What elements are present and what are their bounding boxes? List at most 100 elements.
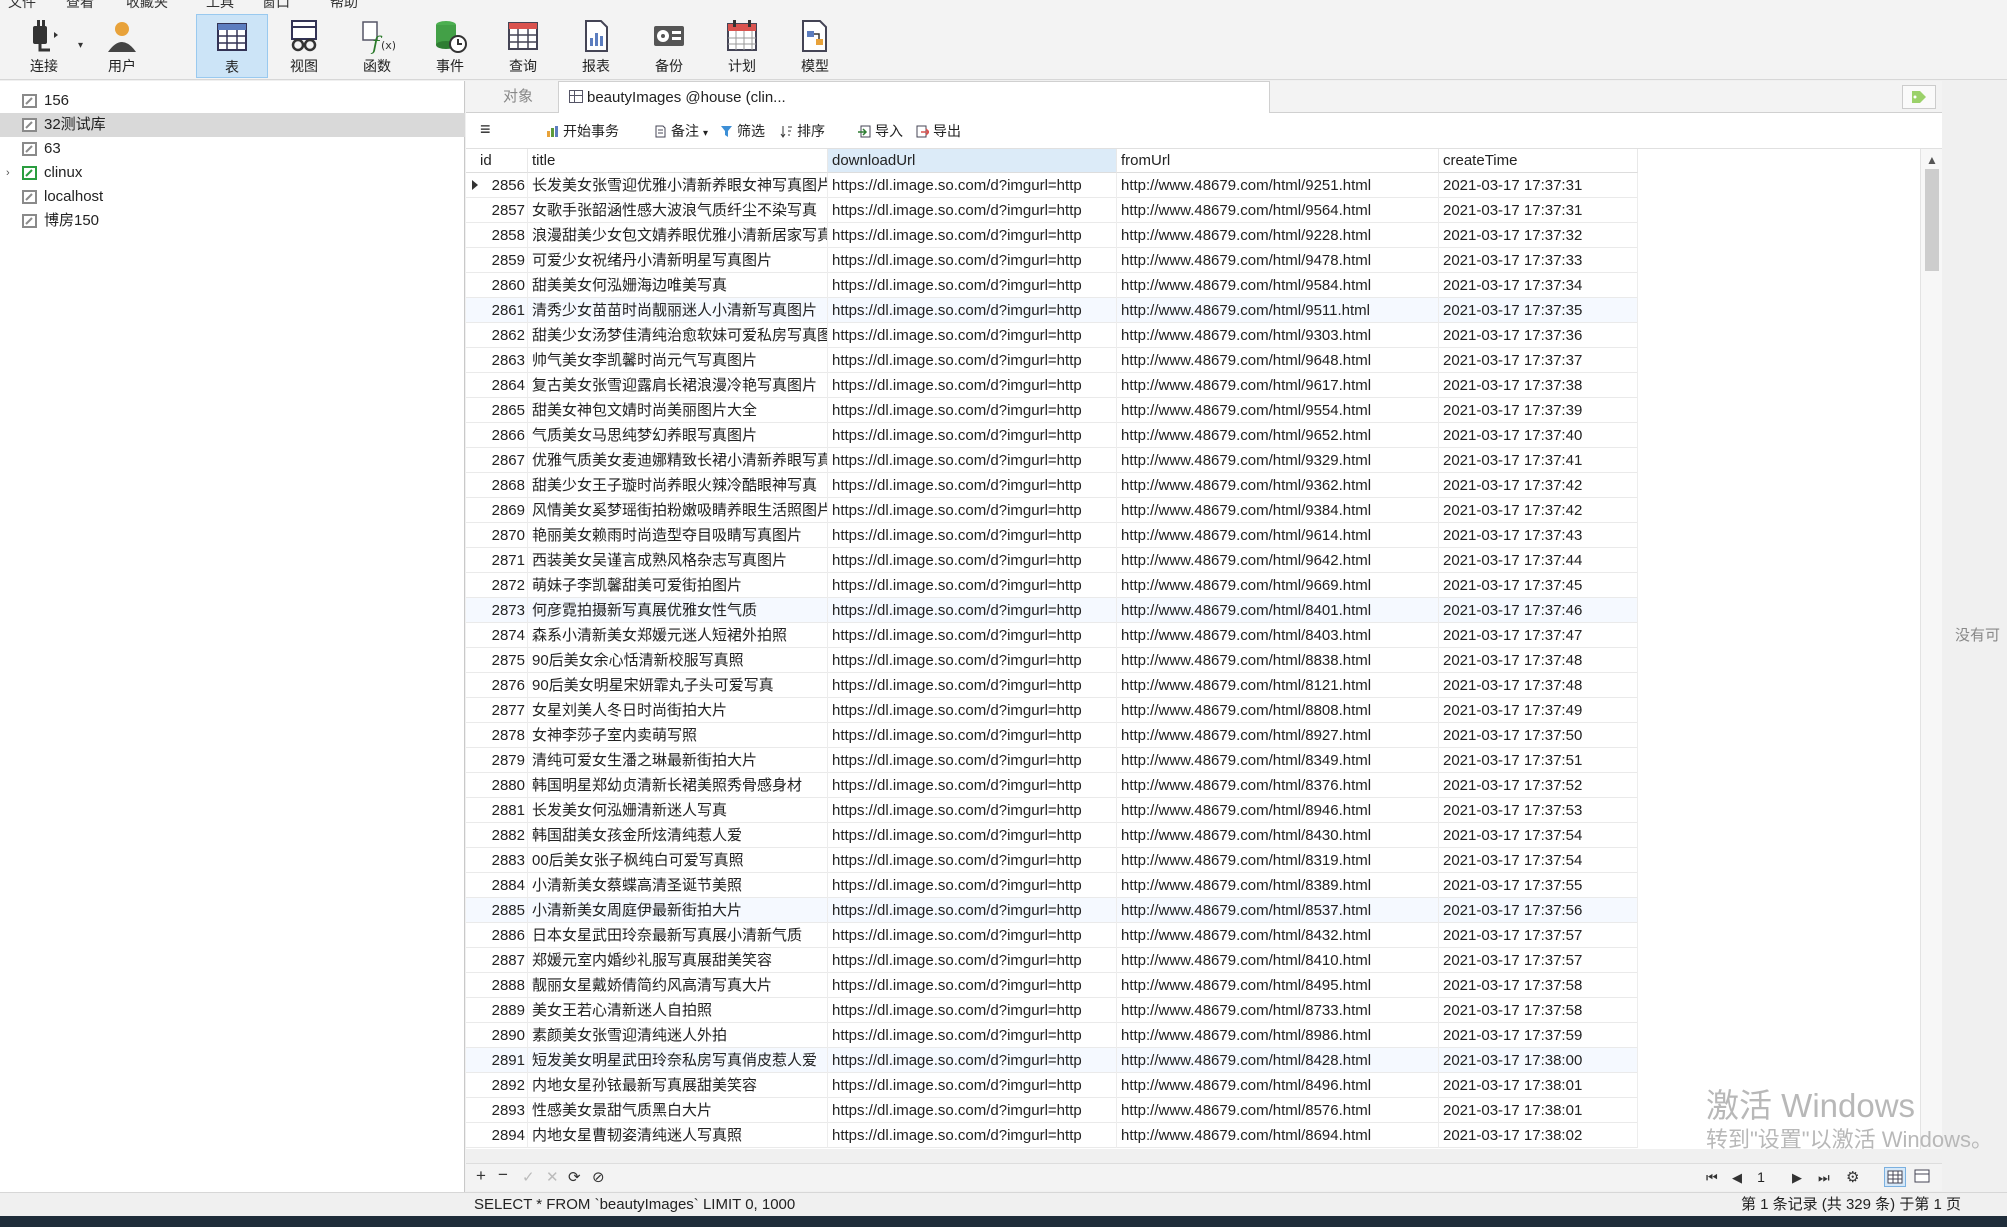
connection-item[interactable]: › clinux — [0, 161, 465, 185]
cell-createtime[interactable]: 2021-03-17 17:38:02 — [1439, 1123, 1638, 1148]
cell-title[interactable]: 气质美女马思纯梦幻养眼写真图片 — [528, 423, 828, 448]
cell-title[interactable]: 韩国明星郑幼贞清新长裙美照秀骨感身材 — [528, 773, 828, 798]
table-row[interactable]: 2864 复古美女张雪迎露肩长裙浪漫冷艳写真图片 https://dl.image.… — [466, 373, 1638, 398]
sort-button[interactable]: 排序 — [780, 121, 825, 141]
stop-icon[interactable]: ⊘ — [592, 1168, 605, 1186]
cell-fromurl[interactable]: http://www.48679.com/html/8428.html — [1117, 1048, 1439, 1073]
cell-downloadurl[interactable]: https://dl.image.so.com/d?imgurl=http — [828, 923, 1117, 948]
cell-createtime[interactable]: 2021-03-17 17:37:42 — [1439, 498, 1638, 523]
table-row[interactable]: 2883 00后美女张子枫纯白可爱写真照 https://dl.image.so.c… — [466, 848, 1638, 873]
cell-downloadurl[interactable]: https://dl.image.so.com/d?imgurl=http — [828, 448, 1117, 473]
cell-createtime[interactable]: 2021-03-17 17:37:38 — [1439, 373, 1638, 398]
cell-id[interactable]: 2889 — [466, 998, 528, 1023]
cell-createtime[interactable]: 2021-03-17 17:37:57 — [1439, 923, 1638, 948]
table-row[interactable]: 2882 韩国甜美女孩金所炫清纯惹人爱 https://dl.image.so.co… — [466, 823, 1638, 848]
table-row[interactable]: 2891 短发美女明星武田玲奈私房写真俏皮惹人爱 https://dl.image.… — [466, 1048, 1638, 1073]
cell-fromurl[interactable]: http://www.48679.com/html/8319.html — [1117, 848, 1439, 873]
cell-id[interactable]: 2874 — [466, 623, 528, 648]
cell-createtime[interactable]: 2021-03-17 17:37:56 — [1439, 898, 1638, 923]
cell-title[interactable]: 小清新美女蔡蝶高清圣诞节美照 — [528, 873, 828, 898]
cell-downloadurl[interactable]: https://dl.image.so.com/d?imgurl=http — [828, 823, 1117, 848]
cell-title[interactable]: 美女王若心清新迷人自拍照 — [528, 998, 828, 1023]
cell-fromurl[interactable]: http://www.48679.com/html/9669.html — [1117, 573, 1439, 598]
table-row[interactable]: 2879 清纯可爱女生潘之琳最新街拍大片 https://dl.image.so.c… — [466, 748, 1638, 773]
toolbar-table-button[interactable]: 表 — [196, 14, 268, 78]
cell-downloadurl[interactable]: https://dl.image.so.com/d?imgurl=http — [828, 498, 1117, 523]
first-page-icon[interactable]: ⏮ — [1706, 1170, 1718, 1186]
cell-createtime[interactable]: 2021-03-17 17:37:34 — [1439, 273, 1638, 298]
cell-fromurl[interactable]: http://www.48679.com/html/8946.html — [1117, 798, 1439, 823]
table-row[interactable]: 2881 长发美女何泓姗清新迷人写真 https://dl.image.so.com… — [466, 798, 1638, 823]
cell-fromurl[interactable]: http://www.48679.com/html/9511.html — [1117, 298, 1439, 323]
cell-id[interactable]: 2863 — [466, 348, 528, 373]
cell-title[interactable]: 女星刘美人冬日时尚街拍大片 — [528, 698, 828, 723]
cell-createtime[interactable]: 2021-03-17 17:37:31 — [1439, 173, 1638, 198]
cell-id[interactable]: 2886 — [466, 923, 528, 948]
cell-title[interactable]: 帅气美女李凯馨时尚元气写真图片 — [528, 348, 828, 373]
toolbar-view-button[interactable]: 视图 — [268, 14, 340, 78]
cell-title[interactable]: 靓丽女星戴娇倩简约风高清写真大片 — [528, 973, 828, 998]
table-row[interactable]: 2877 女星刘美人冬日时尚街拍大片 https://dl.image.so.com… — [466, 698, 1638, 723]
cell-title[interactable]: 复古美女张雪迎露肩长裙浪漫冷艳写真图片 — [528, 373, 828, 398]
cell-downloadurl[interactable]: https://dl.image.so.com/d?imgurl=http — [828, 348, 1117, 373]
cell-title[interactable]: 日本女星武田玲奈最新写真展小清新气质 — [528, 923, 828, 948]
table-row[interactable]: 2860 甜美美女何泓姗海边唯美写真 https://dl.image.so.com… — [466, 273, 1638, 298]
cell-createtime[interactable]: 2021-03-17 17:37:58 — [1439, 973, 1638, 998]
add-record-icon[interactable]: + — [476, 1166, 486, 1186]
cell-title[interactable]: 西装美女吴谨言成熟风格杂志写真图片 — [528, 548, 828, 573]
cell-downloadurl[interactable]: https://dl.image.so.com/d?imgurl=http — [828, 548, 1117, 573]
cell-createtime[interactable]: 2021-03-17 17:37:51 — [1439, 748, 1638, 773]
cell-title[interactable]: 女歌手张韶涵性感大波浪气质纤尘不染写真 — [528, 198, 828, 223]
table-row[interactable]: 2869 风情美女奚梦瑶街拍粉嫩吸睛养眼生活照图片 https://dl.image… — [466, 498, 1638, 523]
cell-createtime[interactable]: 2021-03-17 17:37:54 — [1439, 823, 1638, 848]
cell-downloadurl[interactable]: https://dl.image.so.com/d?imgurl=http — [828, 173, 1117, 198]
cell-id[interactable]: 2878 — [466, 723, 528, 748]
cell-title[interactable]: 清秀少女苗苗时尚靓丽迷人小清新写真图片 — [528, 298, 828, 323]
cell-createtime[interactable]: 2021-03-17 17:37:33 — [1439, 248, 1638, 273]
cell-createtime[interactable]: 2021-03-17 17:37:32 — [1439, 223, 1638, 248]
tag-icon[interactable] — [1902, 85, 1936, 109]
cell-fromurl[interactable]: http://www.48679.com/html/8694.html — [1117, 1123, 1439, 1148]
cell-downloadurl[interactable]: https://dl.image.so.com/d?imgurl=http — [828, 473, 1117, 498]
cell-downloadurl[interactable]: https://dl.image.so.com/d?imgurl=http — [828, 773, 1117, 798]
cell-downloadurl[interactable]: https://dl.image.so.com/d?imgurl=http — [828, 373, 1117, 398]
cell-fromurl[interactable]: http://www.48679.com/html/9642.html — [1117, 548, 1439, 573]
cell-fromurl[interactable]: http://www.48679.com/html/8121.html — [1117, 673, 1439, 698]
cell-createtime[interactable]: 2021-03-17 17:37:53 — [1439, 798, 1638, 823]
cell-downloadurl[interactable]: https://dl.image.so.com/d?imgurl=http — [828, 873, 1117, 898]
connect-dropdown-icon[interactable]: ▾ — [78, 40, 83, 51]
cell-downloadurl[interactable]: https://dl.image.so.com/d?imgurl=http — [828, 748, 1117, 773]
vertical-scrollbar[interactable]: ▲ — [1920, 149, 1942, 1149]
connection-item[interactable]: 32测试库 — [0, 113, 465, 137]
cell-downloadurl[interactable]: https://dl.image.so.com/d?imgurl=http — [828, 673, 1117, 698]
cell-downloadurl[interactable]: https://dl.image.so.com/d?imgurl=http — [828, 648, 1117, 673]
menu-favorites[interactable]: 收藏夹 — [126, 0, 168, 10]
cell-title[interactable]: 甜美女神包文婧时尚美丽图片大全 — [528, 398, 828, 423]
cell-id[interactable]: 2856 — [466, 173, 528, 198]
form-view-icon[interactable] — [1912, 1167, 1934, 1187]
cell-fromurl[interactable]: http://www.48679.com/html/9554.html — [1117, 398, 1439, 423]
table-row[interactable]: 2890 素颜美女张雪迎清纯迷人外拍 https://dl.image.so.com… — [466, 1023, 1638, 1048]
cell-id[interactable]: 2860 — [466, 273, 528, 298]
column-header-id[interactable]: id — [466, 149, 528, 173]
cell-createtime[interactable]: 2021-03-17 17:37:50 — [1439, 723, 1638, 748]
cell-fromurl[interactable]: http://www.48679.com/html/9329.html — [1117, 448, 1439, 473]
cell-fromurl[interactable]: http://www.48679.com/html/9251.html — [1117, 173, 1439, 198]
cell-id[interactable]: 2887 — [466, 948, 528, 973]
cell-createtime[interactable]: 2021-03-17 17:38:00 — [1439, 1048, 1638, 1073]
cell-id[interactable]: 2879 — [466, 748, 528, 773]
scroll-thumb[interactable] — [1925, 169, 1939, 271]
cell-downloadurl[interactable]: https://dl.image.so.com/d?imgurl=http — [828, 723, 1117, 748]
menu-tools[interactable]: 工具 — [206, 0, 234, 10]
cell-downloadurl[interactable]: https://dl.image.so.com/d?imgurl=http — [828, 848, 1117, 873]
last-page-icon[interactable]: ⏭ — [1818, 1170, 1830, 1186]
cell-id[interactable]: 2864 — [466, 373, 528, 398]
table-row[interactable]: 2878 女神李莎子室内卖萌写照 https://dl.image.so.com/d… — [466, 723, 1638, 748]
connection-item[interactable]: localhost — [0, 185, 465, 209]
cell-fromurl[interactable]: http://www.48679.com/html/8403.html — [1117, 623, 1439, 648]
cell-createtime[interactable]: 2021-03-17 17:37:45 — [1439, 573, 1638, 598]
cell-fromurl[interactable]: http://www.48679.com/html/9614.html — [1117, 523, 1439, 548]
cell-fromurl[interactable]: http://www.48679.com/html/8401.html — [1117, 598, 1439, 623]
table-row[interactable]: 2865 甜美女神包文婧时尚美丽图片大全 https://dl.image.so.c… — [466, 398, 1638, 423]
cell-downloadurl[interactable]: https://dl.image.so.com/d?imgurl=http — [828, 198, 1117, 223]
